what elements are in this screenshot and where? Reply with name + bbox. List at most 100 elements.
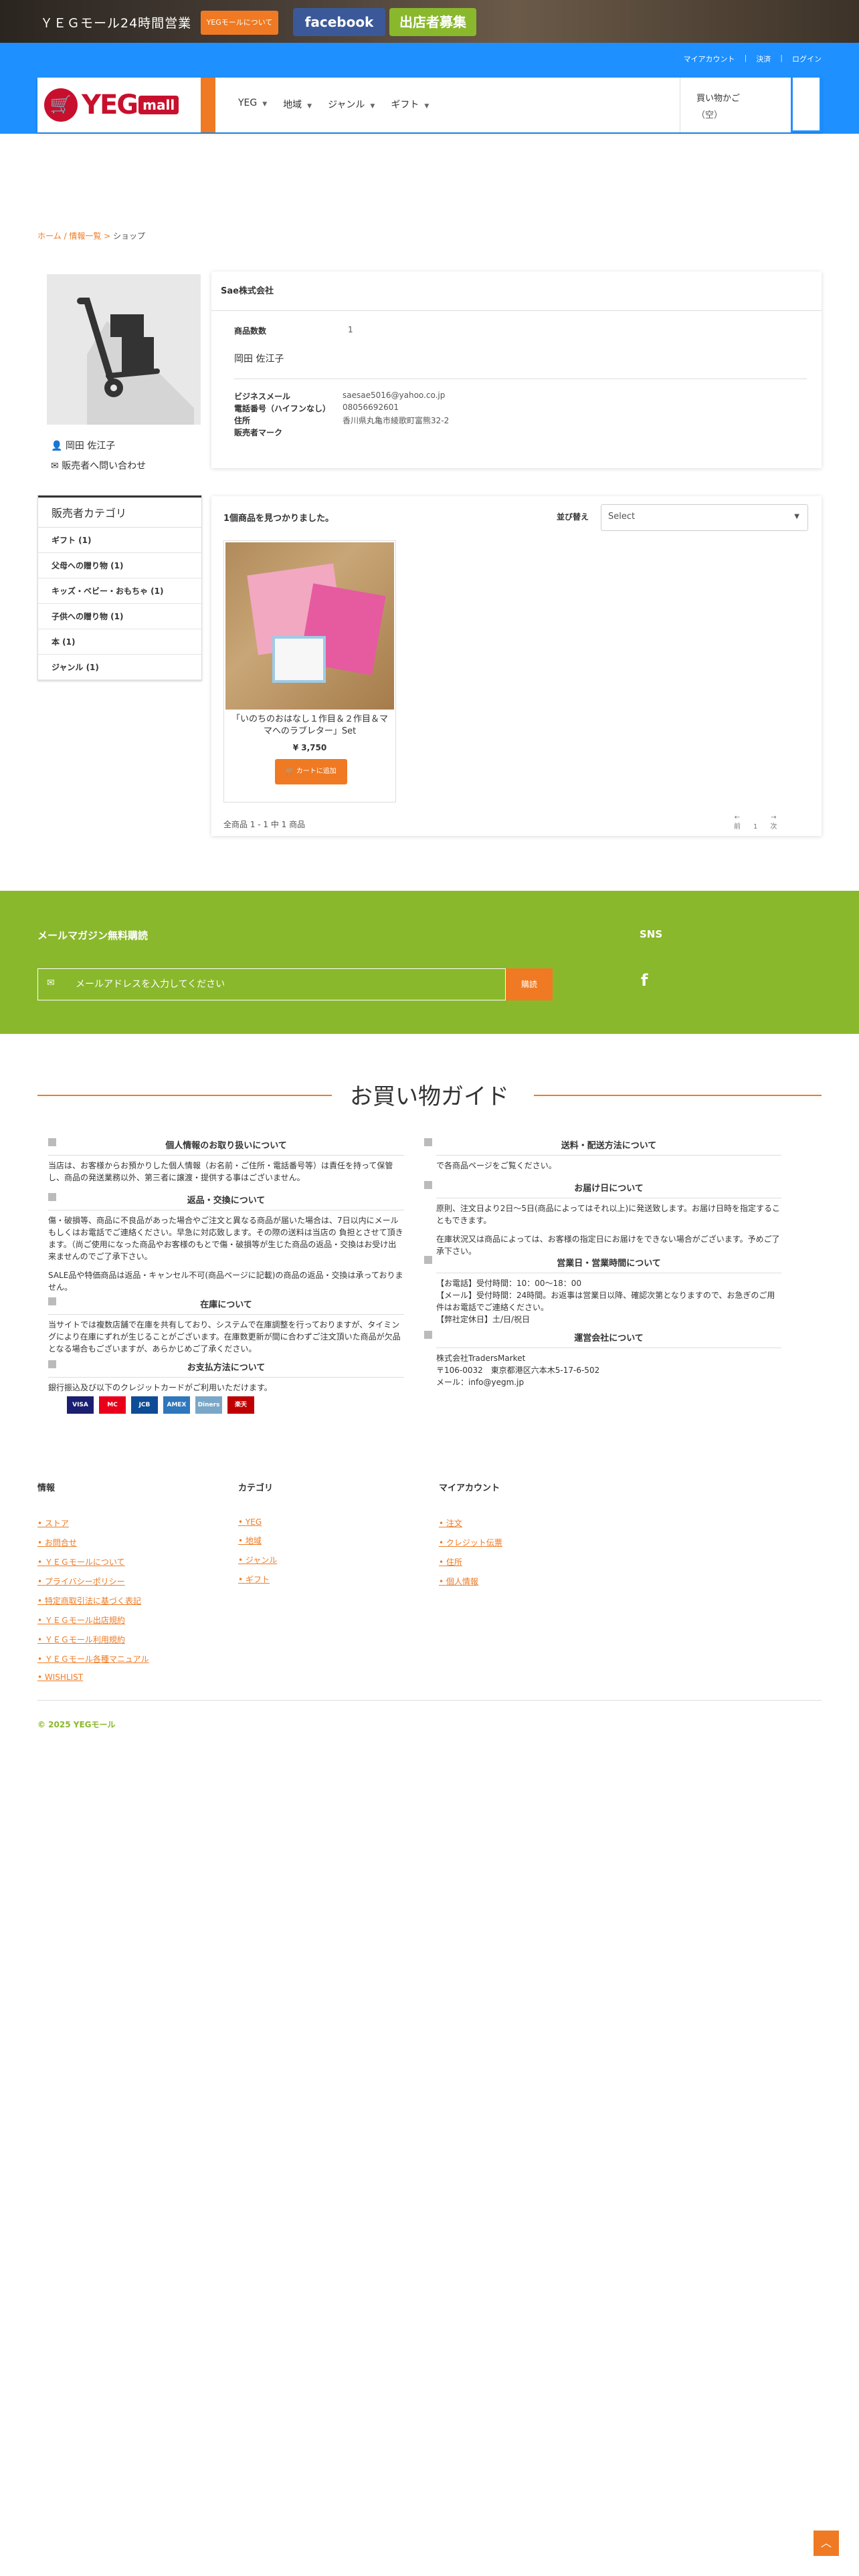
shop-recruit-button[interactable]: 出店者募集 xyxy=(389,8,476,36)
owner-name: 岡田 佐江子 xyxy=(234,354,284,364)
guide-text: 傷・破損等、商品に不良品があった場合やご注文と異なる商品が届いた場合は、7日以内… xyxy=(48,1216,403,1261)
cart-button[interactable]: 買い物かご （空） xyxy=(680,78,793,132)
category-title: 販売者カテゴリ xyxy=(38,496,201,528)
breadcrumb: ホーム / 情報一覧 > ショップ xyxy=(37,230,145,241)
hand-truck-icon xyxy=(77,298,194,425)
guide-returns: 返品・交換について 傷・破損等、商品に不良品があった場合やご注文と異なる商品が届… xyxy=(48,1193,404,1300)
footer-link[interactable]: WISHLIST xyxy=(37,1673,149,1682)
guide-delivery: お届け日について 原則、注文日より2日〜5日(商品によってはそれ以上)に発送致し… xyxy=(436,1181,781,1264)
contact-seller-link[interactable]: ✉ 販売者へ問い合わせ xyxy=(51,459,146,472)
category-item[interactable]: ギフト (1) xyxy=(38,528,201,553)
main-nav: YEG ▼ 地域 ▼ ジャンル ▼ ギフト ▼ xyxy=(238,98,429,111)
product-count-value: 1 xyxy=(348,325,353,334)
envelope-icon: ✉ xyxy=(51,461,62,471)
breadcrumb-current: ショップ xyxy=(113,231,146,241)
cart-count: （空） xyxy=(696,110,723,120)
guide-heading: 運営会社について xyxy=(436,1331,781,1348)
footer-heading: マイアカウント xyxy=(439,1483,500,1493)
breadcrumb-list[interactable]: 情報一覧 xyxy=(69,231,101,241)
guide-heading: 在庫について xyxy=(48,1297,404,1315)
category-item[interactable]: ジャンル (1) xyxy=(38,655,201,680)
nav-item-genre[interactable]: ジャンル ▼ xyxy=(328,98,375,111)
footer-link[interactable]: YEG xyxy=(238,1517,277,1527)
footer-link[interactable]: 注文 xyxy=(439,1517,502,1529)
footer-account: マイアカウント 注文 クレジット伝票 住所 個人情報 xyxy=(439,1481,502,1595)
chevron-down-icon: ▼ xyxy=(262,101,268,108)
footer-category: カテゴリ YEG 地域 ジャンル ギフト xyxy=(238,1481,277,1593)
logo[interactable]: 🛒 YEG mall xyxy=(37,78,201,132)
guide-text: 銀行振込及び以下のクレジットカードがご利用いただけます。 xyxy=(48,1383,272,1392)
info-label: 住所 xyxy=(234,416,251,425)
footer-link[interactable]: 住所 xyxy=(439,1556,502,1568)
seller-info-card: Sae株式会社 商品数数 1 岡田 佐江子 ビジネスメール saesae5016… xyxy=(211,272,822,468)
footer-link[interactable]: ジャンル xyxy=(238,1554,277,1566)
footer-link[interactable]: 地域 xyxy=(238,1535,277,1546)
product-price: ¥ 3,750 xyxy=(292,743,327,752)
footer-link[interactable]: お問合せ xyxy=(37,1537,149,1548)
guide-text: 当サイトでは複数店舗で在庫を共有しており、システムで在庫調整を行っておりますが、… xyxy=(48,1320,401,1354)
info-value-phone: 08056692601 xyxy=(343,403,399,412)
footer-link[interactable]: ストア xyxy=(37,1517,149,1529)
amex-icon: AMEX xyxy=(163,1396,190,1414)
info-label: 販売者マーク xyxy=(234,428,283,437)
guide-line-right xyxy=(534,1095,822,1096)
nav-label: ギフト xyxy=(391,100,419,110)
nav-item-gift[interactable]: ギフト ▼ xyxy=(391,98,429,111)
page: ＹＥＧモール24時間営業 YEGモールについて facebook 出店者募集 マ… xyxy=(0,0,859,2576)
add-to-cart-button[interactable]: 🛒 カートに追加 xyxy=(275,759,347,784)
separator: | xyxy=(780,53,783,62)
footer-link[interactable]: ＹＥＧモールについて xyxy=(37,1556,149,1568)
footer-link[interactable]: 個人情報 xyxy=(439,1576,502,1587)
footer-link[interactable]: ＹＥＧモール利用規約 xyxy=(37,1634,149,1645)
footer-link[interactable]: ＹＥＧモール各種マニュアル xyxy=(37,1653,149,1665)
credit-cards: VISA MC JCB AMEX Diners 楽天 xyxy=(67,1396,254,1414)
facebook-button[interactable]: facebook xyxy=(293,8,385,36)
footer-link[interactable]: ＹＥＧモール出店規約 xyxy=(37,1614,149,1626)
prev-page-button[interactable]: ← 前 xyxy=(729,813,745,832)
nav-item-yeg[interactable]: YEG ▼ xyxy=(238,98,267,111)
logo-yeg: YEG xyxy=(82,90,138,120)
footer-link[interactable]: ギフト xyxy=(238,1574,277,1585)
pagination: ← 前 1 → 次 xyxy=(729,813,781,832)
next-label: 次 xyxy=(770,823,777,831)
found-count: 1個商品を見つかりました。 xyxy=(223,514,335,524)
guide-hours: 営業日・営業時間について 【お電話】受付時間：10：00〜18：00 【メール】受… xyxy=(436,1256,781,1332)
jcb-icon: JCB xyxy=(131,1396,158,1414)
footer-divider xyxy=(37,1700,822,1701)
email-input[interactable]: メールアドレスを入力してください xyxy=(37,968,506,1000)
seller-category-box: 販売者カテゴリ ギフト (1) 父母への贈り物 (1) キッズ・ベビー・おもちゃ… xyxy=(37,495,202,681)
category-item[interactable]: キッズ・ベビー・おもちゃ (1) xyxy=(38,578,201,604)
guide-text: 株式会社TradersMarket xyxy=(436,1354,526,1363)
checkout-link[interactable]: 決済 xyxy=(756,53,771,64)
product-card[interactable]: 「いのちのおはなし１作目＆２作目＆ママへのラブレター」Set ¥ 3,750 🛒… xyxy=(223,540,396,802)
info-value-address: 香川県丸亀市綾歌町富熊32-2 xyxy=(343,416,450,425)
section-icon xyxy=(424,1331,432,1339)
nav-item-region[interactable]: 地域 ▼ xyxy=(283,98,312,111)
info-label: ビジネスメール xyxy=(234,392,291,401)
subscribe-button[interactable]: 購読 xyxy=(506,968,553,1000)
facebook-icon[interactable]: f xyxy=(641,971,648,990)
product-name[interactable]: 「いのちのおはなし１作目＆２作目＆ママへのラブレター」Set xyxy=(229,714,390,738)
about-yeg-button[interactable]: YEGモールについて xyxy=(201,11,278,35)
category-item[interactable]: 子供への贈り物 (1) xyxy=(38,604,201,629)
guide-text: SALE品や特価商品は返品・キャンセル不可(商品ページに記載)の商品の返品・交換… xyxy=(48,1271,403,1292)
breadcrumb-home[interactable]: ホーム xyxy=(37,231,62,241)
category-item[interactable]: 父母への贈り物 (1) xyxy=(38,553,201,578)
nav-label: 地域 xyxy=(283,100,302,110)
guide-privacy: 個人情報のお取り扱いについて 当店は、お客様からお預かりした個人情報（お名前・ご… xyxy=(48,1138,404,1190)
footer-link[interactable]: クレジット伝票 xyxy=(439,1537,502,1548)
footer-link[interactable]: プライバシーポリシー xyxy=(37,1576,149,1587)
my-account-link[interactable]: マイアカウント xyxy=(684,53,735,64)
guide-heading: 返品・交換について xyxy=(48,1193,404,1210)
sort-select[interactable]: Select ▼ xyxy=(601,504,808,531)
next-page-button[interactable]: → 次 xyxy=(765,813,781,832)
seller-name-text: 岡田 佐江子 xyxy=(65,441,116,451)
cart-label: 買い物かご xyxy=(696,94,741,104)
footer-link[interactable]: 特定商取引法に基づく表記 xyxy=(37,1595,149,1606)
scroll-top-button[interactable]: ︿ xyxy=(814,2531,839,2556)
divider xyxy=(211,310,822,311)
login-link[interactable]: ログイン xyxy=(792,53,822,64)
product-image[interactable] xyxy=(225,542,394,710)
page-number[interactable]: 1 xyxy=(747,823,763,832)
category-item[interactable]: 本 (1) xyxy=(38,629,201,655)
